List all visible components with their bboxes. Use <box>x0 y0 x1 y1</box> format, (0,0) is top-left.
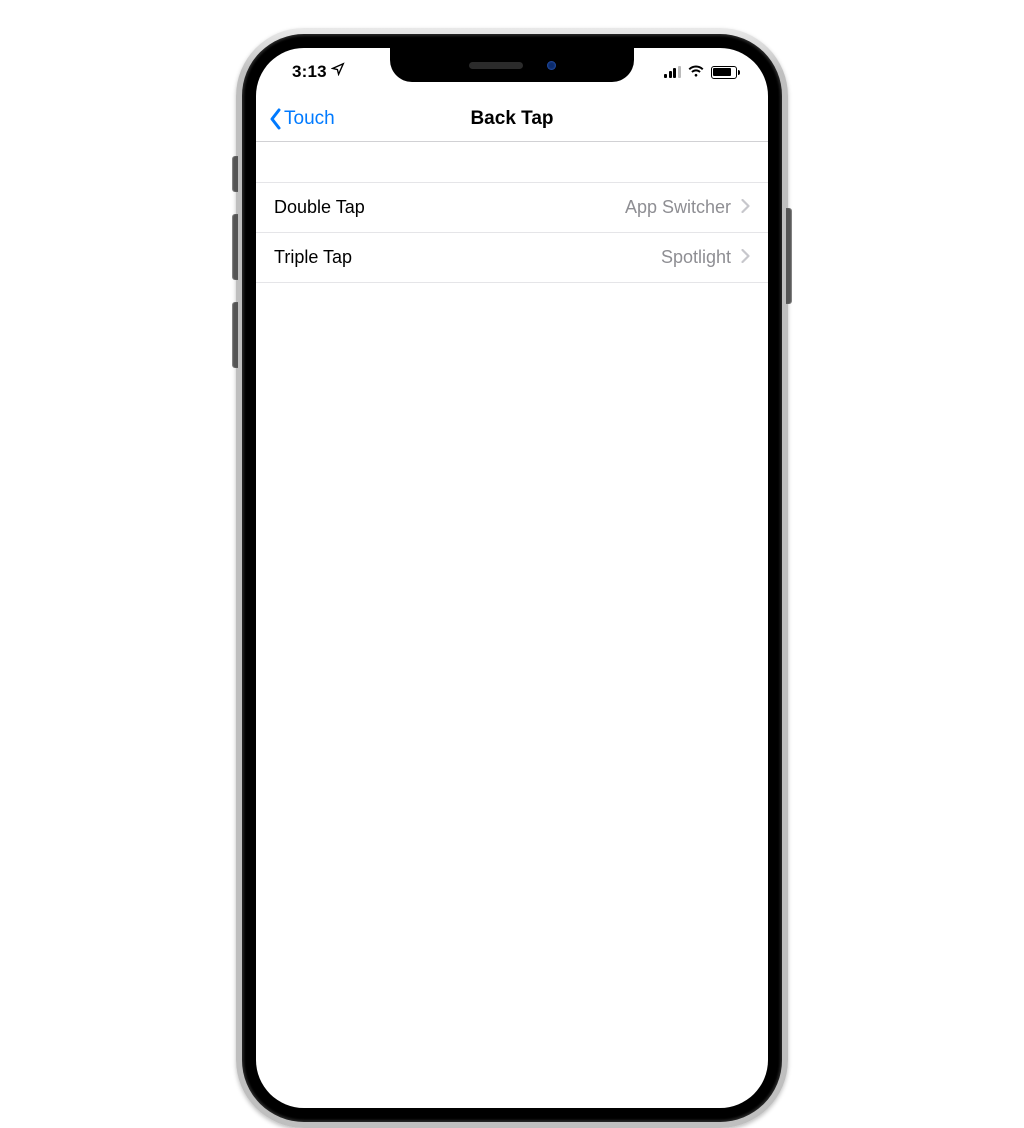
row-value-wrap: Spotlight <box>661 247 750 268</box>
settings-list: Double Tap App Switcher Triple Tap Spotl… <box>256 182 768 283</box>
volume-down-button <box>232 302 238 368</box>
speaker <box>469 62 523 69</box>
device-right-buttons <box>786 208 792 304</box>
chevron-left-icon <box>268 108 282 130</box>
cellular-signal-icon <box>664 66 681 78</box>
battery-icon <box>711 66 741 79</box>
status-time: 3:13 <box>292 62 327 82</box>
row-value-wrap: App Switcher <box>625 197 750 218</box>
mute-switch <box>232 156 238 192</box>
row-value: App Switcher <box>625 197 731 218</box>
row-triple-tap[interactable]: Triple Tap Spotlight <box>256 233 768 283</box>
wifi-icon <box>687 62 705 82</box>
section-gap <box>256 142 768 182</box>
notch <box>390 48 634 82</box>
volume-up-button <box>232 214 238 280</box>
front-camera <box>547 61 556 70</box>
screen: 3:13 <box>256 48 768 1108</box>
device-bezel: 3:13 <box>242 34 782 1122</box>
device-left-buttons <box>232 156 238 368</box>
row-label: Triple Tap <box>274 247 352 268</box>
status-left: 3:13 <box>292 62 345 82</box>
row-double-tap[interactable]: Double Tap App Switcher <box>256 183 768 233</box>
phone-device-frame: 3:13 <box>236 28 788 1128</box>
page-title: Back Tap <box>470 108 553 130</box>
chevron-right-icon <box>741 247 750 268</box>
side-power-button <box>786 208 792 304</box>
row-label: Double Tap <box>274 197 365 218</box>
back-button[interactable]: Touch <box>268 108 335 130</box>
nav-bar: Touch Back Tap <box>256 96 768 142</box>
row-value: Spotlight <box>661 247 731 268</box>
chevron-right-icon <box>741 197 750 218</box>
back-label: Touch <box>284 108 335 130</box>
location-arrow-icon <box>331 61 345 81</box>
status-right <box>664 62 740 82</box>
